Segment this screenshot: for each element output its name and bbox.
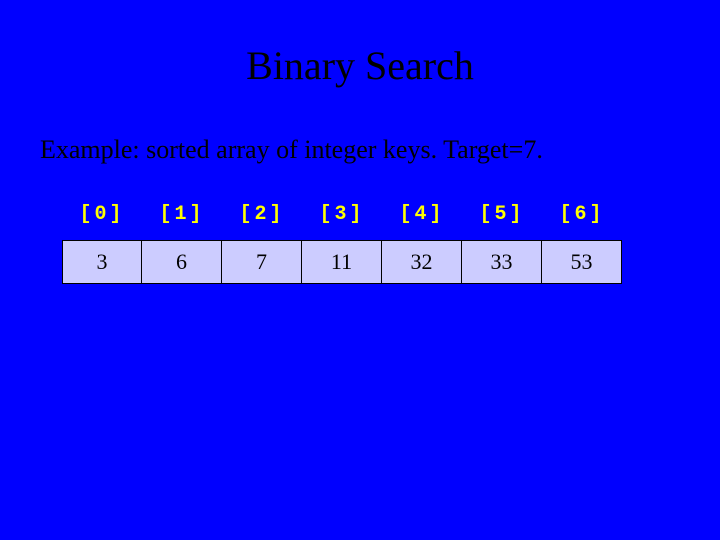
array-index-label: [0] [62, 203, 142, 240]
array-index-label: [4] [382, 203, 462, 240]
slide-title: Binary Search [0, 0, 720, 89]
array-cell: 11 [301, 240, 382, 284]
array-cell: 33 [461, 240, 542, 284]
array-col: [1] 6 [142, 203, 222, 284]
array-cell: 3 [62, 240, 142, 284]
array-col: [0] 3 [62, 203, 142, 284]
slide-subtitle: Example: sorted array of integer keys. T… [0, 89, 720, 165]
array-col: [6] 53 [542, 203, 622, 284]
array-index-label: [3] [302, 203, 382, 240]
array-index-label: [2] [222, 203, 302, 240]
array-cell: 7 [221, 240, 302, 284]
array-index-label: [1] [142, 203, 222, 240]
array-col: [4] 32 [382, 203, 462, 284]
array-index-label: [6] [542, 203, 622, 240]
array-col: [3] 11 [302, 203, 382, 284]
array-col: [2] 7 [222, 203, 302, 284]
array-diagram: [0] 3 [1] 6 [2] 7 [3] 11 [4] 32 [5] 33 [… [0, 165, 720, 284]
array-index-label: [5] [462, 203, 542, 240]
array-cell: 53 [541, 240, 622, 284]
array-cell: 6 [141, 240, 222, 284]
array-cell: 32 [381, 240, 462, 284]
array-col: [5] 33 [462, 203, 542, 284]
